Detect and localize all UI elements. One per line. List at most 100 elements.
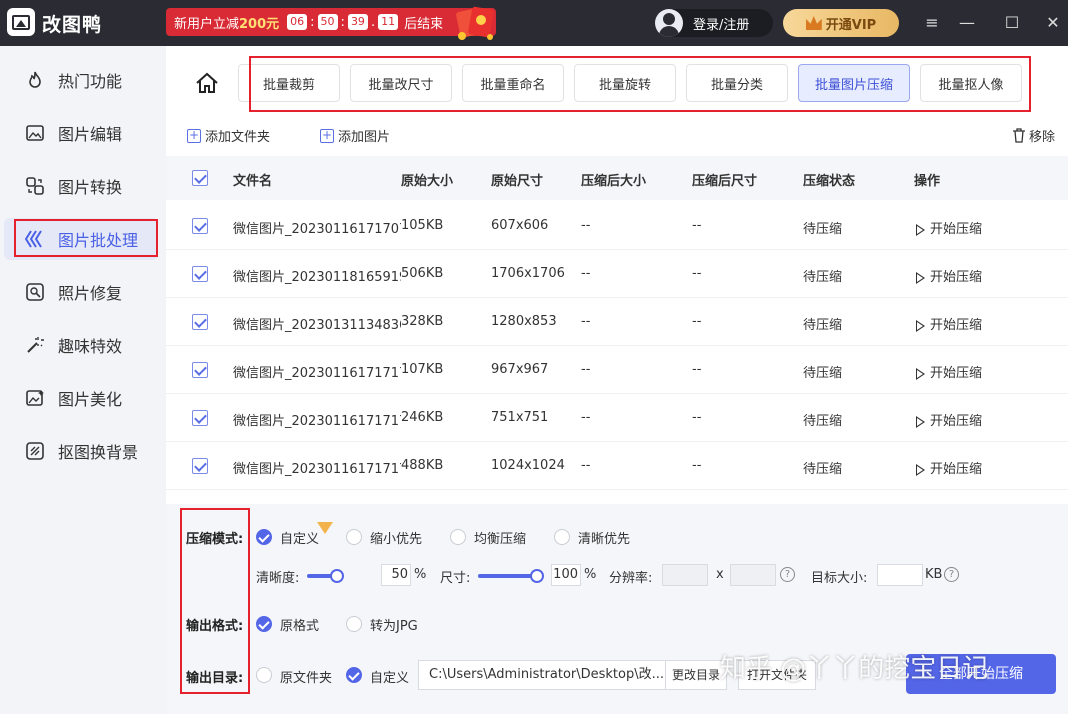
add-folder-icon: +	[187, 127, 201, 143]
output-path-field[interactable]: C:\Users\Administrator\Desktop\改...	[418, 660, 666, 690]
cell-filename: 微信图片_20230116171717...	[233, 462, 401, 477]
col-comp-dims: 压缩后尺寸	[692, 174, 758, 189]
cell-orig-size: 105KB	[401, 218, 444, 233]
mode-custom-radio[interactable]	[256, 529, 272, 545]
sidebar-item-label: 图片转换	[58, 178, 123, 197]
size-slider-handle[interactable]	[530, 569, 544, 583]
sidebar-item-edit[interactable]: 图片编辑	[4, 112, 158, 154]
clarity-label: 清晰度:	[256, 571, 300, 586]
format-jpg-label: 转为JPG	[370, 619, 418, 634]
cell-comp-size: --	[581, 266, 591, 281]
mode-clarity-radio[interactable]	[554, 529, 570, 545]
dir-custom-radio[interactable]	[346, 667, 362, 683]
row-checkbox[interactable]	[192, 266, 208, 282]
convert-icon	[24, 175, 46, 197]
row-checkbox[interactable]	[192, 218, 208, 234]
app-logo-icon	[7, 8, 35, 36]
resolution-label: 分辨率:	[609, 571, 653, 586]
format-original-radio[interactable]	[256, 616, 272, 632]
target-size-input[interactable]	[877, 564, 923, 586]
clarity-slider-handle[interactable]	[330, 569, 344, 583]
red-envelope-icon	[456, 6, 494, 40]
cell-comp-dims: --	[692, 218, 702, 233]
target-size-label: 目标大小:	[811, 571, 868, 586]
menu-icon[interactable]: ≡	[921, 12, 943, 34]
size-slider-track	[478, 574, 538, 578]
cell-orig-dims: 967x967	[491, 362, 549, 377]
sidebar-item-label: 图片美化	[58, 390, 123, 409]
sidebar-item-cutout[interactable]: 抠图换背景	[4, 430, 158, 472]
change-dir-button[interactable]: 更改目录	[665, 660, 727, 690]
cell-comp-size: --	[581, 458, 591, 473]
mode-balanced-radio[interactable]	[450, 529, 466, 545]
cell-comp-size: --	[581, 314, 591, 329]
cell-comp-dims: --	[692, 458, 702, 473]
magic-wand-icon	[24, 334, 46, 356]
login-button[interactable]: 登录/注册	[655, 9, 773, 37]
mode-custom-label: 自定义	[280, 532, 320, 547]
cell-comp-size: --	[581, 410, 591, 425]
sidebar-item-effects[interactable]: 趣味特效	[4, 324, 158, 366]
countdown-seconds: 39	[347, 14, 368, 30]
clarity-input[interactable]: 50	[381, 564, 411, 586]
resolution-width-input[interactable]	[662, 564, 708, 586]
cell-comp-dims: --	[692, 266, 702, 281]
row-checkbox[interactable]	[192, 314, 208, 330]
add-image-button[interactable]: + 添加图片	[320, 126, 390, 145]
resolution-help-icon[interactable]: ?	[780, 567, 795, 582]
countdown-hours: 06	[287, 14, 308, 30]
remove-label: 移除	[1029, 130, 1056, 145]
sidebar-item-beautify[interactable]: 图片美化	[4, 377, 158, 419]
resolution-x: x	[716, 567, 724, 582]
cell-filename: 微信图片_20230118165919	[233, 270, 401, 285]
row-checkbox[interactable]	[192, 410, 208, 426]
start-compress-button[interactable]: 开始压缩	[916, 314, 982, 333]
cell-orig-size: 506KB	[401, 266, 444, 281]
col-filename: 文件名	[233, 174, 273, 189]
start-compress-button[interactable]: 开始压缩	[916, 410, 982, 429]
row-checkbox[interactable]	[192, 458, 208, 474]
col-orig-size: 原始大小	[401, 174, 454, 189]
home-icon[interactable]	[195, 72, 219, 94]
start-compress-button[interactable]: 开始压缩	[916, 218, 982, 237]
promo-banner[interactable]: 新用户立减 200元 06: 50: 39. 11 后结束	[166, 8, 496, 36]
vip-button[interactable]: 开通VIP	[783, 9, 899, 37]
mode-balanced-label: 均衡压缩	[474, 532, 527, 547]
sidebar-item-hot[interactable]: 热门功能	[4, 59, 158, 101]
start-compress-button[interactable]: 开始压缩	[916, 362, 982, 381]
promo-suffix: 后结束	[404, 16, 444, 32]
crown-icon	[805, 16, 822, 30]
sidebar-item-label: 抠图换背景	[58, 443, 139, 462]
mode-smaller-label: 缩小优先	[370, 532, 423, 547]
promo-prefix: 新用户立减	[174, 16, 240, 32]
play-icon	[916, 463, 925, 476]
cell-filename: 微信图片_20230116171717...	[233, 414, 401, 429]
target-help-icon[interactable]: ?	[944, 567, 959, 582]
dir-original-radio[interactable]	[256, 667, 272, 683]
mode-smaller-radio[interactable]	[346, 529, 362, 545]
select-all-checkbox[interactable]	[192, 170, 208, 186]
maximize-icon[interactable]: ☐	[1001, 12, 1023, 34]
cell-status: 待压缩	[803, 366, 843, 381]
play-icon	[916, 223, 925, 236]
start-compress-button[interactable]: 开始压缩	[916, 266, 982, 285]
row-checkbox[interactable]	[192, 362, 208, 378]
format-jpg-radio[interactable]	[346, 616, 362, 632]
app-name: 改图鸭	[42, 14, 103, 36]
image-edit-icon	[24, 122, 46, 144]
sidebar-item-convert[interactable]: 图片转换	[4, 165, 158, 207]
size-input[interactable]: 100	[551, 564, 581, 586]
start-compress-button[interactable]: 开始压缩	[916, 458, 982, 477]
watermark-text: 知乎 @丫丫的挖宝日记	[720, 654, 989, 684]
cell-orig-size: 246KB	[401, 410, 444, 425]
cell-comp-size: --	[581, 362, 591, 377]
sidebar-item-repair[interactable]: 照片修复	[4, 271, 158, 313]
cell-orig-dims: 1706x1706	[491, 266, 565, 281]
resolution-height-input[interactable]	[730, 564, 776, 586]
format-original-label: 原格式	[280, 619, 320, 634]
minimize-icon[interactable]: —	[956, 12, 978, 34]
add-folder-button[interactable]: + 添加文件夹	[187, 126, 270, 145]
remove-button[interactable]: 移除	[1012, 126, 1055, 145]
close-icon[interactable]: ✕	[1042, 12, 1064, 34]
cell-orig-size: 328KB	[401, 314, 444, 329]
